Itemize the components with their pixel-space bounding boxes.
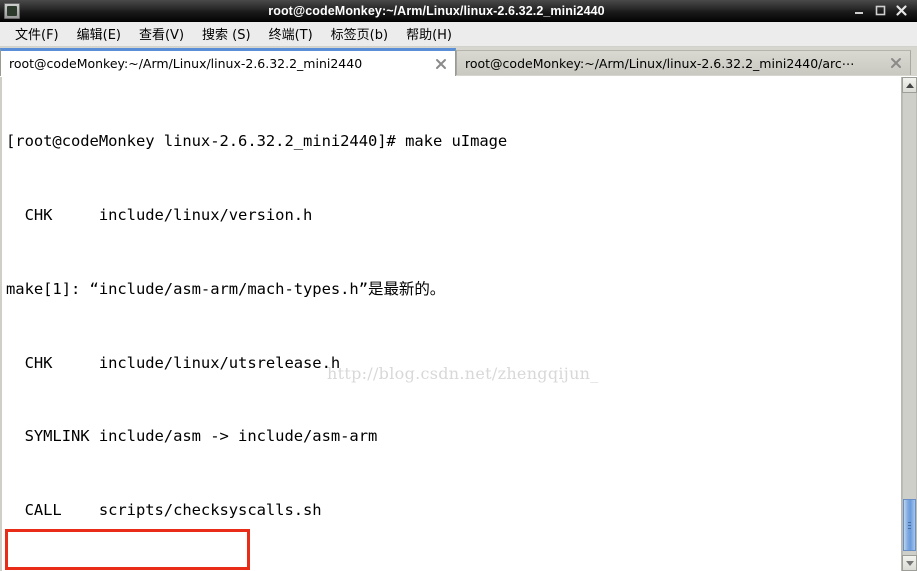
menu-item-terminal[interactable]: 终端(T) [260, 22, 322, 46]
terminal-line: [root@codeMonkey linux-2.6.32.2_mini2440… [6, 132, 508, 151]
tab-label: root@codeMonkey:~/Arm/Linux/linux-2.6.32… [9, 56, 363, 71]
chevron-up-icon [905, 82, 914, 88]
vertical-scrollbar[interactable] [901, 77, 917, 571]
tab-label: root@codeMonkey:~/Arm/Linux/linux-2.6.32… [465, 55, 855, 71]
close-icon[interactable] [433, 56, 449, 72]
menu-item-file[interactable]: 文件(F) [6, 22, 68, 46]
scroll-down-button[interactable] [902, 555, 917, 571]
maximize-icon[interactable] [874, 4, 887, 17]
terminal-window: root@codeMonkey:~/Arm/Linux/linux-2.6.32… [0, 0, 917, 571]
menu-item-edit[interactable]: 编辑(E) [68, 22, 130, 46]
menu-bar: 文件(F) 编辑(E) 查看(V) 搜索 (S) 终端(T) 标签页(b) 帮助… [0, 22, 917, 47]
menu-item-tabs[interactable]: 标签页(b) [322, 22, 397, 46]
terminal-icon [4, 2, 20, 19]
scrollbar-thumb[interactable] [903, 499, 916, 551]
menu-item-view[interactable]: 查看(V) [130, 22, 193, 46]
terminal-line: SYMLINK include/asm -> include/asm-arm [6, 427, 378, 446]
terminal-line: CHK include/linux/utsrelease.h [6, 353, 341, 372]
tab-terminal-2[interactable]: root@codeMonkey:~/Arm/Linux/linux-2.6.32… [456, 50, 911, 75]
tab-terminal-1[interactable]: root@codeMonkey:~/Arm/Linux/linux-2.6.32… [0, 48, 456, 76]
window-controls [853, 4, 908, 17]
terminal-text: [root@codeMonkey linux-2.6.32.2_mini2440… [4, 79, 901, 571]
minimize-icon[interactable] [853, 4, 866, 17]
tab-bar: root@codeMonkey:~/Arm/Linux/linux-2.6.32… [0, 47, 917, 76]
terminal-line: CHK include/linux/version.h [6, 205, 313, 224]
window-title: root@codeMonkey:~/Arm/Linux/linux-2.6.32… [268, 3, 605, 18]
menu-item-help[interactable]: 帮助(H) [397, 22, 461, 46]
terminal-output[interactable]: http://blog.csdn.net/zhengqijun_ [root@c… [0, 77, 901, 571]
menu-item-search[interactable]: 搜索 (S) [193, 22, 260, 46]
close-icon[interactable] [895, 4, 908, 17]
chevron-down-icon [905, 560, 914, 566]
close-icon[interactable] [888, 55, 904, 71]
scrollbar-track[interactable] [902, 93, 917, 555]
title-bar: root@codeMonkey:~/Arm/Linux/linux-2.6.32… [0, 0, 917, 22]
scroll-up-button[interactable] [902, 77, 917, 93]
terminal-line: CALL scripts/checksyscalls.sh [6, 501, 322, 520]
terminal-area: http://blog.csdn.net/zhengqijun_ [root@c… [0, 76, 917, 571]
terminal-line: make[1]: “include/asm-arm/mach-types.h”是… [6, 279, 446, 298]
